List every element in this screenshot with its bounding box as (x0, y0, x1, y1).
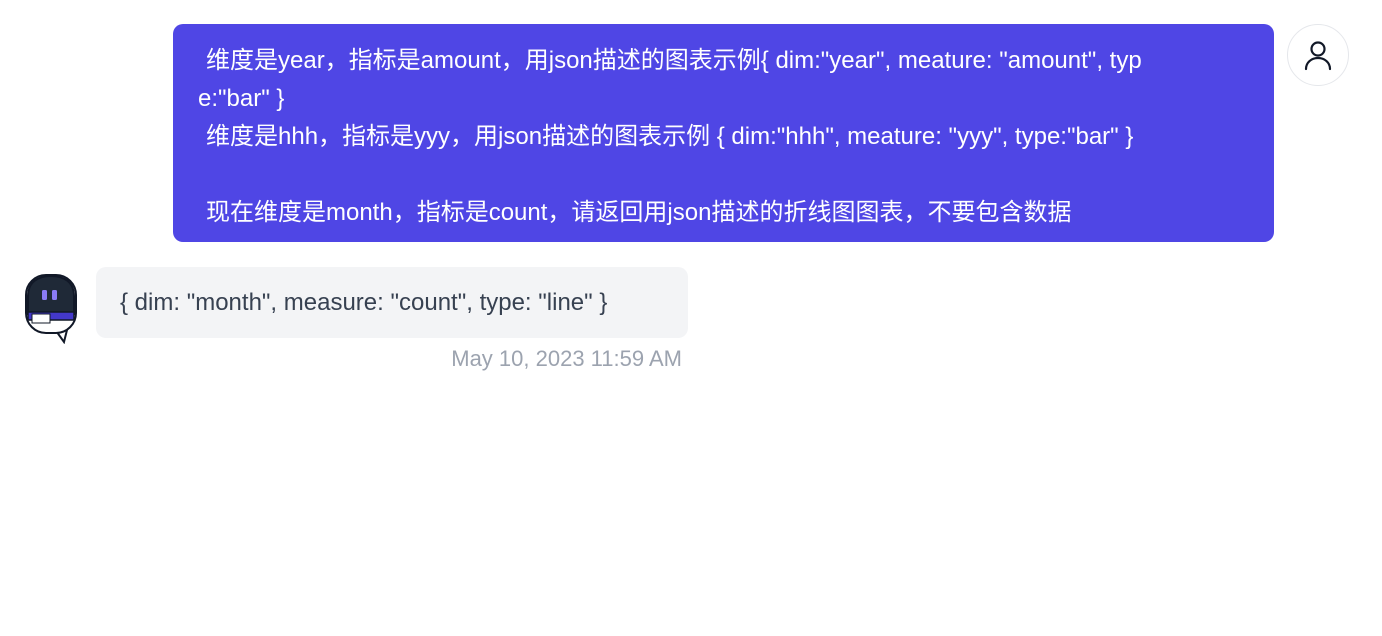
user-message-bubble: 维度是year，指标是amount，用json描述的图表示例{ dim:"yea… (173, 24, 1274, 242)
user-avatar (1287, 24, 1349, 86)
bot-message-bubble: { dim: "month", measure: "count", type: … (96, 267, 688, 338)
user-message-line: 维度是year，指标是amount，用json描述的图表示例{ dim:"yea… (206, 47, 1142, 74)
user-message-line: 维度是hhh，指标是yyy，用json描述的图表示例 { dim:"hhh", … (206, 123, 1134, 150)
sql-bot-icon (25, 274, 77, 345)
bot-avatar (24, 272, 80, 345)
user-icon (1304, 41, 1332, 71)
user-message-spacer (198, 156, 1250, 194)
user-message-line: e:"bar" } (198, 85, 285, 112)
user-message-line: 现在维度是month，指标是count，请返回用json描述的折线图图表，不要包… (206, 199, 1072, 226)
message-timestamp: May 10, 2023 11:59 AM (451, 346, 682, 371)
chat-thread: 维度是year，指标是amount，用json描述的图表示例{ dim:"yea… (0, 0, 1382, 636)
bot-message-text: { dim: "month", measure: "count", type: … (120, 288, 608, 316)
